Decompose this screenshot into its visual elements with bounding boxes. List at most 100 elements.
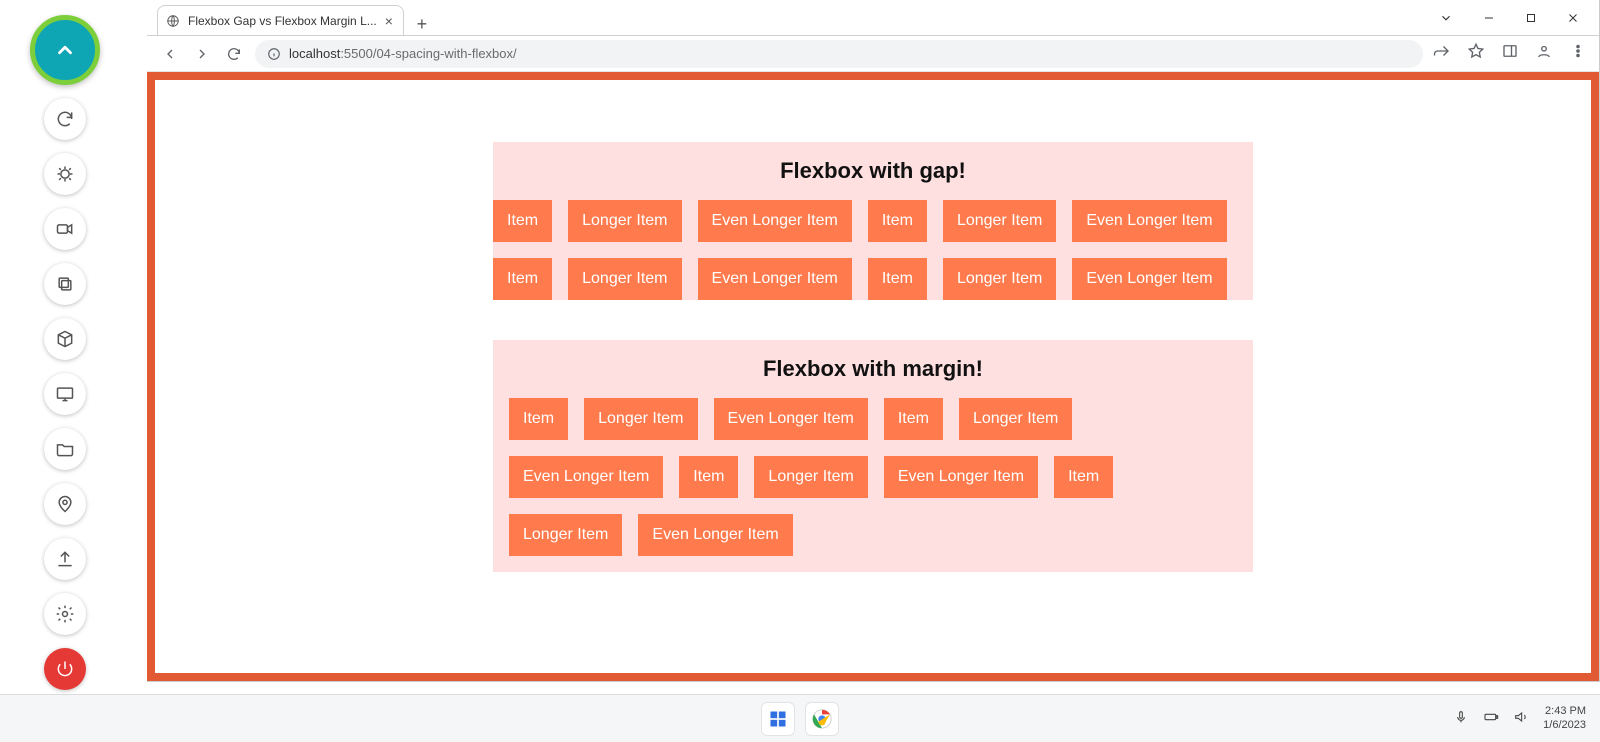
upload-icon bbox=[55, 549, 75, 569]
globe-icon bbox=[166, 14, 180, 28]
minimize-icon[interactable] bbox=[1483, 12, 1495, 24]
flex-item: Item bbox=[509, 398, 568, 440]
bookmark-button[interactable] bbox=[1467, 42, 1485, 65]
back-button[interactable] bbox=[159, 43, 181, 65]
flex-item: Longer Item bbox=[754, 456, 867, 498]
battery-tray-icon[interactable] bbox=[1483, 709, 1499, 728]
flex-item: Even Longer Item bbox=[698, 258, 852, 300]
window-controls bbox=[1439, 0, 1599, 35]
share-icon bbox=[1433, 42, 1451, 60]
toolbar-right bbox=[1433, 42, 1587, 65]
arrow-left-icon bbox=[162, 46, 178, 62]
settings-button[interactable] bbox=[44, 593, 86, 635]
flex-item: Even Longer Item bbox=[1072, 200, 1226, 242]
reload-button[interactable] bbox=[223, 43, 245, 65]
site-info-icon[interactable] bbox=[267, 47, 281, 61]
flex-item: Longer Item bbox=[959, 398, 1072, 440]
menu-button[interactable] bbox=[1569, 42, 1587, 65]
debug-button[interactable] bbox=[44, 153, 86, 195]
pin-icon bbox=[55, 494, 75, 514]
heading-gap: Flexbox with gap! bbox=[493, 142, 1253, 192]
clock-time: 2:43 PM bbox=[1543, 705, 1586, 718]
tab-chevron-icon[interactable] bbox=[1439, 11, 1453, 25]
section-gap: Flexbox with gap! Item Longer Item Even Lo… bbox=[493, 142, 1253, 300]
tab-title: Flexbox Gap vs Flexbox Margin L... bbox=[188, 14, 377, 28]
sound-tray-icon[interactable] bbox=[1513, 709, 1529, 728]
flex-item: Longer Item bbox=[568, 200, 681, 242]
person-icon bbox=[1535, 42, 1553, 60]
flex-item: Item bbox=[493, 200, 552, 242]
flex-item: Even Longer Item bbox=[884, 456, 1038, 498]
power-button[interactable] bbox=[44, 648, 86, 690]
flex-item: Even Longer Item bbox=[638, 514, 792, 556]
location-button[interactable] bbox=[44, 483, 86, 525]
section-margin: Flexbox with margin! Item Longer Item Even… bbox=[493, 340, 1253, 572]
url-path: :5500/04-spacing-with-flexbox/ bbox=[340, 46, 516, 61]
flex-item: Even Longer Item bbox=[509, 456, 663, 498]
url-host: localhost bbox=[289, 46, 340, 61]
maximize-icon[interactable] bbox=[1525, 12, 1537, 24]
windows-taskbar: 2:43 PM 1/6/2023 bbox=[0, 694, 1600, 742]
arrow-right-icon bbox=[194, 46, 210, 62]
flex-item: Longer Item bbox=[568, 258, 681, 300]
flex-item: Longer Item bbox=[509, 514, 622, 556]
clock[interactable]: 2:43 PM 1/6/2023 bbox=[1543, 705, 1586, 731]
browser-window: Flexbox Gap vs Flexbox Margin L... × + l… bbox=[147, 0, 1600, 682]
url-text: localhost:5500/04-spacing-with-flexbox/ bbox=[289, 46, 517, 61]
flex-item: Item bbox=[868, 258, 927, 300]
reload-icon bbox=[226, 46, 242, 62]
folder-icon bbox=[55, 439, 75, 459]
address-bar[interactable]: localhost:5500/04-spacing-with-flexbox/ bbox=[255, 40, 1423, 68]
upload-button[interactable] bbox=[44, 538, 86, 580]
close-tab-icon[interactable]: × bbox=[385, 13, 393, 29]
close-window-icon[interactable] bbox=[1567, 12, 1579, 24]
kebab-icon bbox=[1569, 42, 1587, 60]
tab-strip: Flexbox Gap vs Flexbox Margin L... × + bbox=[147, 0, 1599, 36]
monitor-icon bbox=[55, 384, 75, 404]
display-button[interactable] bbox=[44, 373, 86, 415]
chrome-app[interactable] bbox=[805, 702, 839, 736]
gear-icon bbox=[55, 604, 75, 624]
mic-tray-icon[interactable] bbox=[1453, 709, 1469, 728]
viewport: Flexbox with gap! Item Longer Item Even Lo… bbox=[147, 72, 1599, 681]
video-icon bbox=[55, 219, 75, 239]
system-tray: 2:43 PM 1/6/2023 bbox=[1453, 695, 1586, 742]
flex-item: Even Longer Item bbox=[698, 200, 852, 242]
flex-item: Even Longer Item bbox=[1072, 258, 1226, 300]
forward-button[interactable] bbox=[191, 43, 213, 65]
clock-date: 1/6/2023 bbox=[1543, 719, 1586, 732]
star-icon bbox=[1467, 42, 1485, 60]
nav-bar: localhost:5500/04-spacing-with-flexbox/ bbox=[147, 36, 1599, 72]
ext-side-toolbar bbox=[30, 15, 100, 690]
flex-item: Item bbox=[1054, 456, 1113, 498]
record-button[interactable] bbox=[44, 208, 86, 250]
sidepanel-button[interactable] bbox=[1501, 42, 1519, 65]
copy-button[interactable] bbox=[44, 263, 86, 305]
sync-button[interactable] bbox=[44, 98, 86, 140]
folder-button[interactable] bbox=[44, 428, 86, 470]
power-icon bbox=[55, 659, 75, 679]
box-icon bbox=[55, 329, 75, 349]
profile-button[interactable] bbox=[1535, 42, 1553, 65]
panel-icon bbox=[1501, 42, 1519, 60]
flex-item: Item bbox=[868, 200, 927, 242]
bug-icon bbox=[55, 164, 75, 184]
flex-item: Item bbox=[493, 258, 552, 300]
flex-item: Item bbox=[679, 456, 738, 498]
copy-icon bbox=[55, 274, 75, 294]
flex-container-margin: Item Longer Item Even Longer Item Item Longe… bbox=[493, 390, 1253, 572]
collapse-button[interactable] bbox=[30, 15, 100, 85]
chevron-up-icon bbox=[54, 39, 76, 61]
box-button[interactable] bbox=[44, 318, 86, 360]
page-body: Flexbox with gap! Item Longer Item Even Lo… bbox=[147, 72, 1599, 681]
flex-item: Longer Item bbox=[943, 258, 1056, 300]
taskbar-apps bbox=[761, 702, 839, 736]
flex-container-gap: Item Longer Item Even Longer Item Item Longe… bbox=[493, 192, 1253, 300]
share-button[interactable] bbox=[1433, 42, 1451, 65]
new-tab-button[interactable]: + bbox=[404, 14, 432, 35]
start-button[interactable] bbox=[761, 702, 795, 736]
browser-tab[interactable]: Flexbox Gap vs Flexbox Margin L... × bbox=[157, 5, 404, 35]
flex-item: Longer Item bbox=[943, 200, 1056, 242]
windows-icon bbox=[768, 709, 788, 729]
heading-margin: Flexbox with margin! bbox=[493, 340, 1253, 390]
